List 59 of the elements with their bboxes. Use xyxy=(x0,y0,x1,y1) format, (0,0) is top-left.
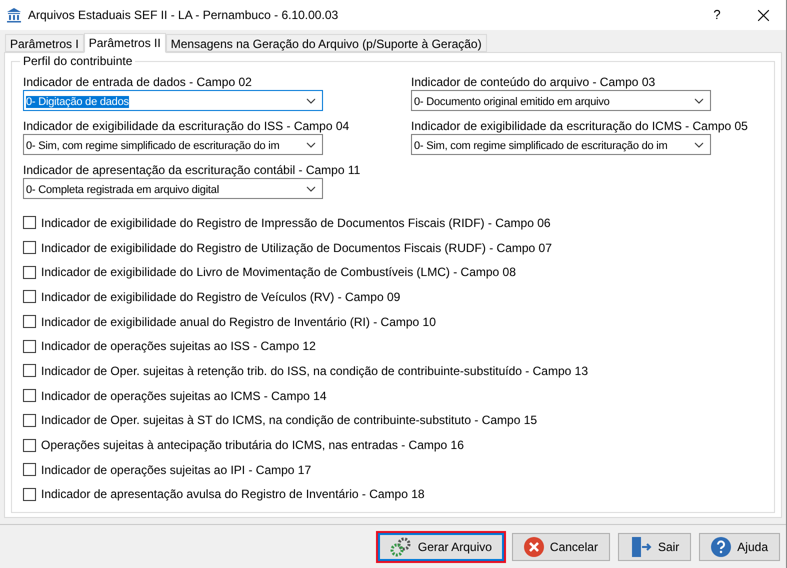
checkbox-label: Indicador de exigibilidade do Registro de Impressão de Documentos Fiscais (RIDF) - Campo 06 xyxy=(41,214,551,232)
checkbox[interactable] xyxy=(23,414,36,427)
checkbox[interactable] xyxy=(23,389,36,402)
action-button[interactable]: Ajuda xyxy=(697,530,782,562)
close-icon xyxy=(758,10,768,20)
tab[interactable]: Parâmetros I xyxy=(5,34,84,52)
checkbox-label: Indicador de Oper. sujeitas à retenção trib. do ISS, na condição de contribuinte-substituído - Campo 13 xyxy=(41,362,588,380)
checkbox-label: Indicador de operações sujeitas ao ISS - Campo 12 xyxy=(41,338,316,356)
window-title: Arquivos Estaduais SEF II - LA - Pernambuco - 6.10.00.03 xyxy=(28,7,340,24)
dropdown-value: 0- Documento original emitido em arquivo xyxy=(414,96,610,108)
dropdown-field[interactable]: 0- Sim, com regime simplificado de escrituração do im xyxy=(23,134,323,155)
field-label: Indicador de exigibilidade da escrituração do ISS - Campo 04 xyxy=(23,118,350,134)
checkbox-label: Indicador de exigibilidade do Livro de Movimentação de Combustíveis (LMC) - Campo 08 xyxy=(41,264,516,282)
checkbox[interactable] xyxy=(23,241,36,254)
checkbox-label: Indicador de operações sujeitas ao ICMS - Campo 14 xyxy=(41,388,326,405)
checkbox[interactable] xyxy=(23,488,36,501)
checkbox[interactable] xyxy=(23,266,36,279)
chevron-down-icon xyxy=(306,142,316,148)
checkbox-label: Indicador de exigibilidade do Registro de Veículos (RV) - Campo 09 xyxy=(41,288,400,306)
action-button[interactable]: Sair xyxy=(616,530,694,562)
field-label: Indicador de exigibilidade da escrituração do ICMS - Campo 05 xyxy=(411,118,749,134)
dropdown-value: 0- Sim, com regime simplificado de escrituração do im xyxy=(414,140,668,152)
checkbox-label: Indicador de exigibilidade do Registro de Utilização de Documentos Fiscais (RUDF) - Campo 07 xyxy=(41,240,552,257)
tab[interactable]: Parâmetros II xyxy=(84,33,166,53)
action-button[interactable]: Gerar Arquivo xyxy=(376,530,506,562)
dropdown-field[interactable]: 0- Sim, com regime simplificado de escrituração do im xyxy=(411,134,711,155)
field-label: Indicador de apresentação da escrituração contábil - Campo 11 xyxy=(23,162,362,178)
checkbox[interactable] xyxy=(23,438,36,452)
checkbox[interactable] xyxy=(23,463,36,476)
chevron-down-icon xyxy=(306,98,316,104)
checkbox[interactable] xyxy=(23,216,36,230)
action-button[interactable]: Cancelar xyxy=(510,530,612,562)
checkbox[interactable] xyxy=(23,340,36,353)
chevron-down-icon xyxy=(306,186,316,192)
chevron-down-icon xyxy=(694,142,704,148)
dropdown-value: 0- Digitação de dados xyxy=(26,96,129,108)
checkbox-label: Indicador de exigibilidade anual do Registro de Inventário (RI) - Campo 10 xyxy=(41,314,436,331)
checkbox[interactable] xyxy=(23,290,36,304)
field-label: Indicador de conteúdo do arquivo - Campo 03 xyxy=(411,74,656,90)
tab[interactable]: Mensagens na Geração do Arquivo (p/Suporte à Geração) xyxy=(166,34,487,52)
dropdown-value: 0- Sim, com regime simplificado de escrituração do im xyxy=(26,140,280,152)
checkbox[interactable] xyxy=(23,364,36,378)
cancel-icon xyxy=(524,536,544,556)
checkbox[interactable] xyxy=(23,315,36,328)
gears-icon xyxy=(390,536,412,556)
chevron-down-icon xyxy=(694,98,704,104)
checkbox-label: Operações sujeitas à antecipação tributária do ICMS, nas entradas - Campo 16 xyxy=(41,437,464,454)
dropdown-field[interactable]: 0- Documento original emitido em arquivo xyxy=(411,90,711,111)
checkbox-label: Indicador de Oper. sujeitas à ST do ICMS, na condição de contribuinte-substituto - Campo 15 xyxy=(41,412,538,430)
dropdown-field[interactable]: 0- Completa registrada em arquivo digital xyxy=(23,178,323,199)
checkbox-label: Indicador de operações sujeitas ao IPI - Campo 17 xyxy=(41,462,312,479)
dropdown-value: 0- Completa registrada em arquivo digital xyxy=(26,184,219,196)
checkbox-label: Indicador de apresentação avulsa do Registro de Inventário - Campo 18 xyxy=(41,486,425,504)
help-button[interactable]: ? xyxy=(694,0,740,30)
help-icon xyxy=(711,536,732,556)
dropdown-field[interactable]: 0- Digitação de dados xyxy=(23,90,323,111)
field-label: Indicador de entrada de dados - Campo 02 xyxy=(23,74,253,90)
building-icon xyxy=(6,7,22,23)
door-exit-icon xyxy=(630,536,652,558)
